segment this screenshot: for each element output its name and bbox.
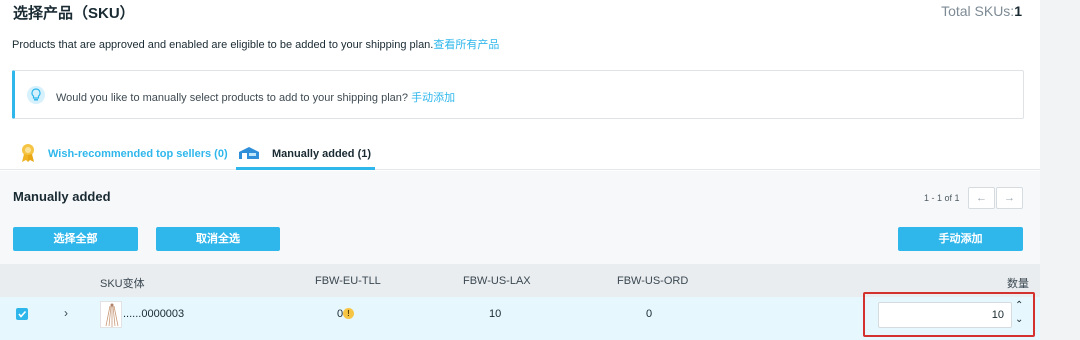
total-skus-label: Total SKUs: (941, 3, 1015, 19)
next-page-button[interactable]: → (996, 187, 1023, 209)
pagination-info: 1 - 1 of 1 (924, 193, 960, 203)
tab-wish-recommended-label: Wish-recommended top sellers (0) (48, 148, 228, 160)
row-checkbox[interactable] (16, 308, 28, 320)
checkmark-icon (18, 310, 27, 318)
right-gutter (1040, 0, 1080, 340)
us-lax-value: 10 (489, 308, 502, 320)
tab-wish-recommended[interactable]: Wish-recommended top sellers (0) (18, 140, 228, 170)
page-title: 选择产品（SKU） (13, 5, 135, 22)
product-tabs: Wish-recommended top sellers (0) Manuall… (0, 140, 1040, 170)
eligibility-description: Products that are approved and enabled a… (12, 36, 499, 52)
notice-manual-add-link[interactable]: 手动添加 (411, 92, 455, 104)
previous-page-button[interactable]: ← (968, 187, 995, 209)
tab-manually-added[interactable]: Manually added (1) (236, 140, 375, 170)
arrow-right-icon: → (1004, 192, 1015, 204)
product-thumbnail (100, 301, 122, 328)
column-sku-variant: SKU变体 (100, 278, 145, 290)
award-ribbon-icon (22, 144, 34, 162)
manual-add-button[interactable]: 手动添加 (898, 227, 1023, 251)
notice-text: Would you like to manually select produc… (56, 89, 455, 105)
warning-icon: ! (343, 308, 354, 319)
manual-select-notice: Would you like to manually select produc… (12, 70, 1024, 119)
notice-message: Would you like to manually select produc… (56, 92, 409, 104)
quantity-decrement-chevron-down-icon[interactable]: ⌄ (1015, 314, 1023, 325)
arrow-left-icon: ← (976, 192, 987, 204)
sku-code: ......0000003 (123, 308, 185, 320)
section-title: Manually added (13, 189, 111, 204)
total-skus-value: 1 (1014, 3, 1022, 19)
tab-manually-added-label: Manually added (1) (272, 148, 372, 160)
column-fbw-eu-tll: FBW-EU-TLL (315, 275, 381, 287)
manually-added-section: Manually added 1 - 1 of 1 ← → 选择全部 取消全选 … (0, 171, 1040, 340)
total-skus: Total SKUs:1 (941, 3, 1022, 19)
view-all-products-link[interactable]: 查看所有产品 (433, 39, 499, 51)
lightbulb-icon (27, 86, 45, 104)
column-fbw-us-lax: FBW-US-LAX (463, 275, 531, 287)
column-quantity: 数量 (1007, 278, 1029, 290)
description-text: Products that are approved and enabled a… (12, 39, 434, 51)
warehouse-icon (239, 147, 259, 159)
us-ord-value: 0 (646, 308, 653, 320)
select-all-button[interactable]: 选择全部 (13, 227, 138, 251)
quantity-input[interactable]: 10 (878, 302, 1012, 328)
deselect-all-button[interactable]: 取消全选 (156, 227, 280, 251)
column-fbw-us-ord: FBW-US-ORD (617, 275, 689, 287)
expand-row-chevron-icon[interactable]: › (64, 306, 68, 320)
quantity-increment-chevron-up-icon[interactable]: ⌃ (1015, 300, 1023, 311)
